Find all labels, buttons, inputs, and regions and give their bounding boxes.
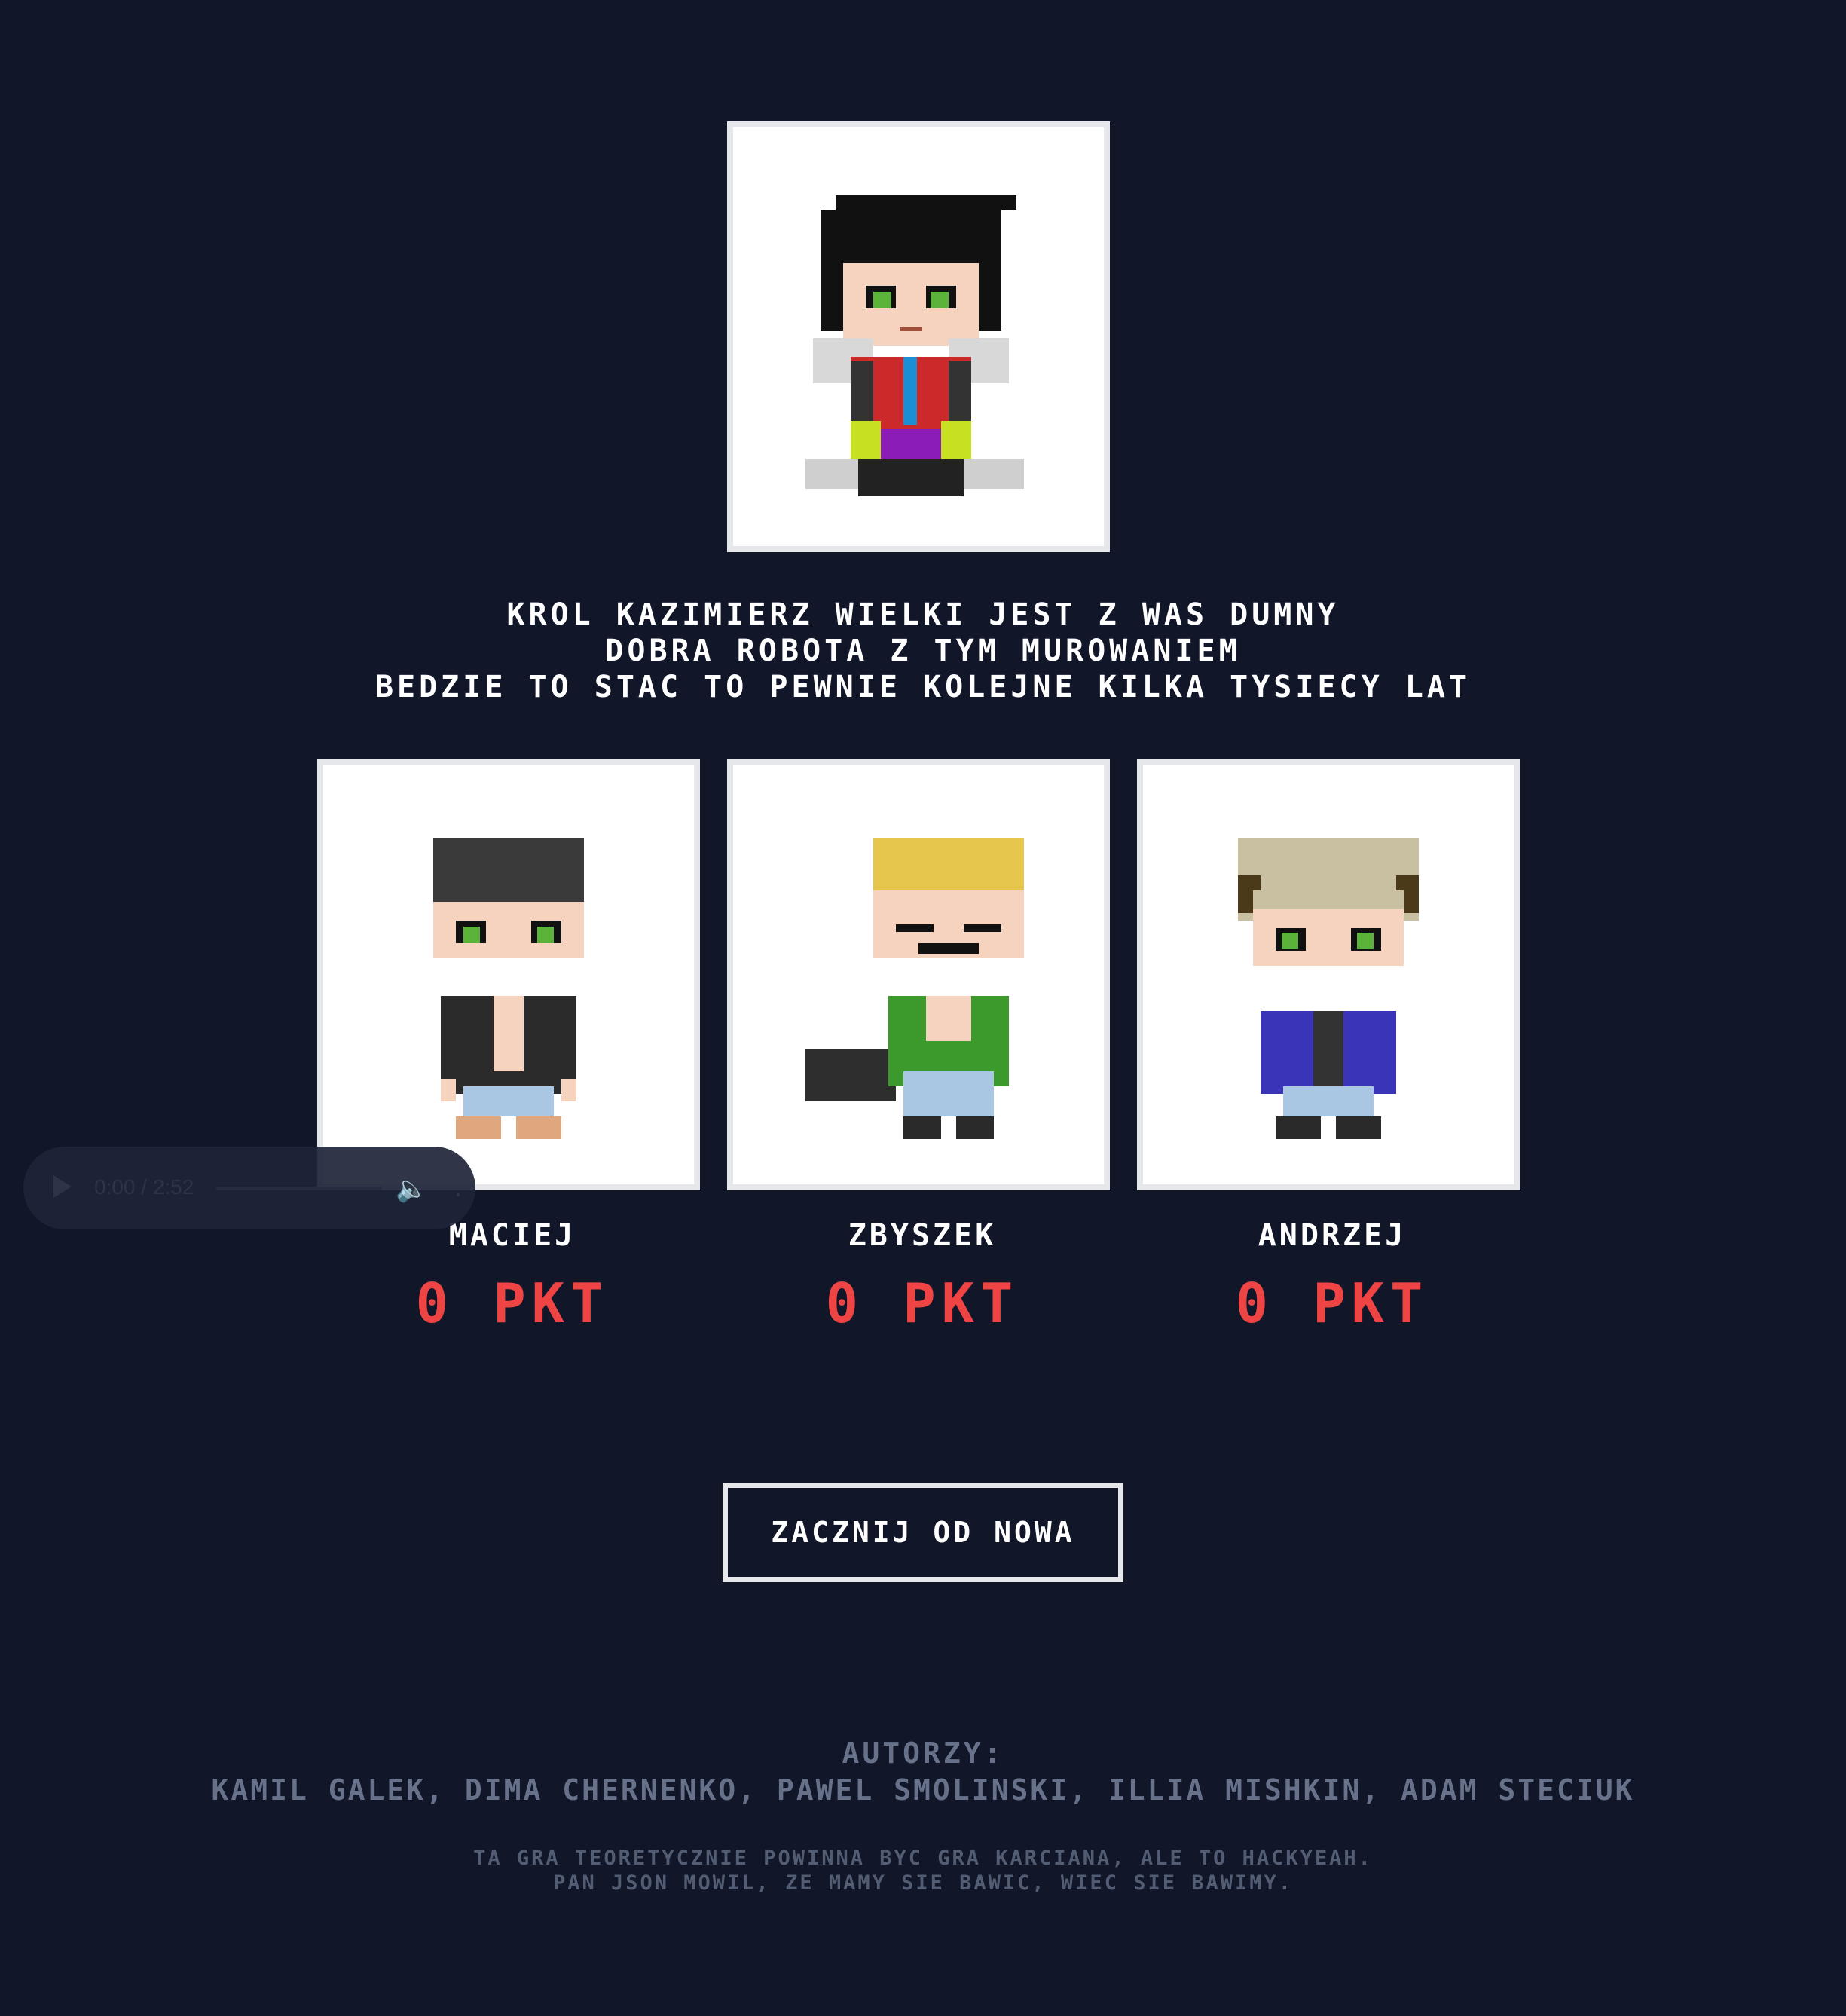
message-line-3: Bedzie to stac to pewnie kolejne kilka t… (374, 670, 1472, 704)
play-icon[interactable] (53, 1175, 72, 1198)
credits-label: Autorzy: (842, 1737, 1004, 1770)
audio-time: 0:00 / 2:52 (94, 1175, 194, 1199)
restart-button[interactable]: Zacznij od nowa (723, 1483, 1123, 1582)
footnote-line-1: Ta gra teoretycznie powinna byc gra karc… (473, 1846, 1373, 1870)
player-card-zbyszek (727, 759, 1110, 1190)
audio-player[interactable]: 0:00 / 2:52 🔈 ⋮ (23, 1147, 475, 1229)
player-score-andrzej: 0 PKT (1235, 1272, 1429, 1335)
audio-progress-bar[interactable] (216, 1187, 382, 1190)
footnote-line-2: Pan Json mowil, ze mamy sie bawic, wiec … (552, 1871, 1294, 1895)
zbyszek-avatar (805, 838, 1024, 1139)
message-line-1: Krol Kazimierz Wielki jest z was dumny (506, 597, 1340, 632)
message-line-2: Dobra robota z tym murowaniem (605, 634, 1241, 668)
credits-names: Kamil Galek, Dima Chernenko, Pawel Smoli… (211, 1773, 1635, 1807)
player-card-andrzej (1137, 759, 1520, 1190)
maciej-avatar (433, 838, 584, 1139)
king-card (727, 121, 1110, 552)
player-name-zbyszek: Zbyszek (848, 1218, 997, 1253)
player-card-maciej (317, 759, 700, 1190)
andrzej-avatar (1238, 838, 1419, 1139)
player-score-maciej: 0 PKT (415, 1272, 610, 1335)
player-score-zbyszek: 0 PKT (825, 1272, 1019, 1335)
more-vertical-icon[interactable]: ⋮ (445, 1171, 471, 1201)
footnote: Ta gra teoretycznie powinna byc gra karc… (0, 1846, 1846, 1895)
king-avatar (805, 195, 1024, 496)
player-name-andrzej: Andrzej (1258, 1218, 1407, 1253)
victory-message: Krol Kazimierz Wielki jest z was dumny D… (0, 597, 1846, 705)
volume-icon[interactable]: 🔈 (396, 1174, 427, 1204)
